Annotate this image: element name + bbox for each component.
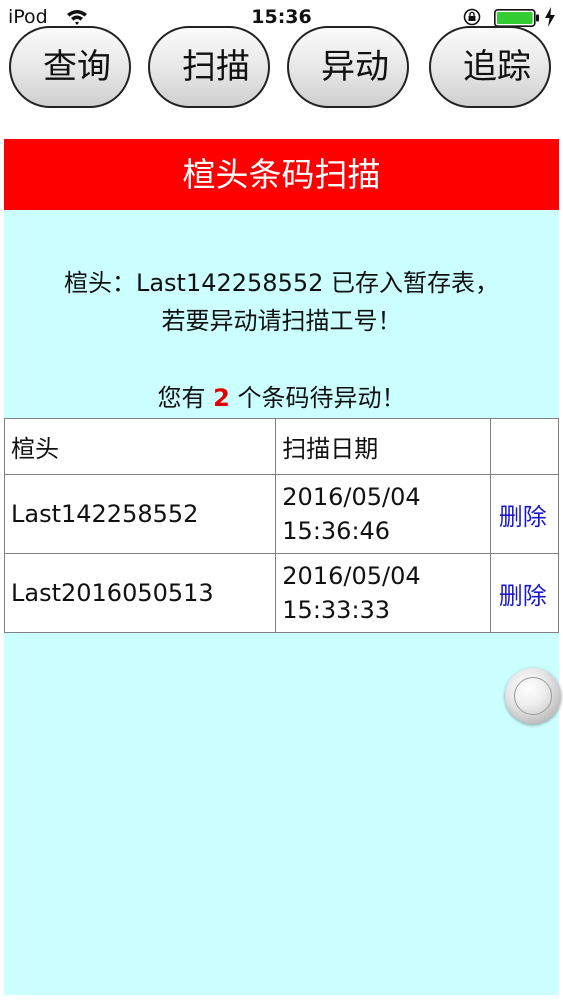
row-date-day: 2016/05/04	[282, 562, 421, 590]
scan-button[interactable]: 扫描	[148, 26, 270, 108]
status-message-line2: 若要异动请扫描工号！	[161, 307, 402, 335]
nav-bar: 查询 扫描 异动 追踪	[0, 22, 563, 122]
delete-link[interactable]: 删除	[491, 576, 558, 611]
pending-suffix: 个条码待异动！	[237, 384, 406, 412]
pending-summary: 您有 2 个条码待异动！	[4, 380, 559, 416]
page-title: 楦头条码扫描	[4, 139, 559, 210]
row-code: Last142258552	[3, 474, 277, 554]
status-message: 楦头：Last142258552 已存入暂存表， 若要异动请扫描工号！	[4, 264, 559, 340]
header-date: 扫描日期	[275, 418, 492, 475]
row-code: Last2016050513	[3, 553, 277, 633]
table-header-row: 楦头 扫描日期	[3, 418, 559, 475]
row-action: 删除	[490, 474, 559, 554]
main-panel: 楦头：Last142258552 已存入暂存表， 若要异动请扫描工号！ 您有 2…	[3, 210, 559, 995]
row-action: 删除	[490, 553, 559, 633]
track-button[interactable]: 追踪	[429, 26, 551, 108]
row-date: 2016/05/04 15:36:46	[275, 474, 492, 554]
status-message-line1: 楦头：Last142258552 已存入暂存表，	[63, 269, 500, 297]
header-action	[490, 418, 559, 475]
pending-count: 2	[213, 384, 230, 412]
row-date-time: 15:36:46	[282, 517, 391, 545]
row-date: 2016/05/04 15:33:33	[275, 553, 492, 633]
header-code: 楦头	[3, 418, 277, 475]
transfer-button[interactable]: 异动	[287, 26, 409, 108]
row-date-day: 2016/05/04	[282, 483, 421, 511]
table-row: Last2016050513 2016/05/04 15:33:33 删除	[3, 553, 559, 633]
assistive-touch-button[interactable]	[505, 668, 561, 724]
delete-link[interactable]: 删除	[491, 497, 558, 532]
assistive-touch-icon	[514, 677, 552, 715]
query-button[interactable]: 查询	[9, 26, 131, 108]
row-date-time: 15:33:33	[282, 596, 391, 624]
table-row: Last142258552 2016/05/04 15:36:46 删除	[3, 474, 559, 554]
scan-table: 楦头 扫描日期 Last142258552 2016/05/04 15:36:4…	[3, 418, 559, 633]
pending-prefix: 您有	[157, 384, 206, 412]
